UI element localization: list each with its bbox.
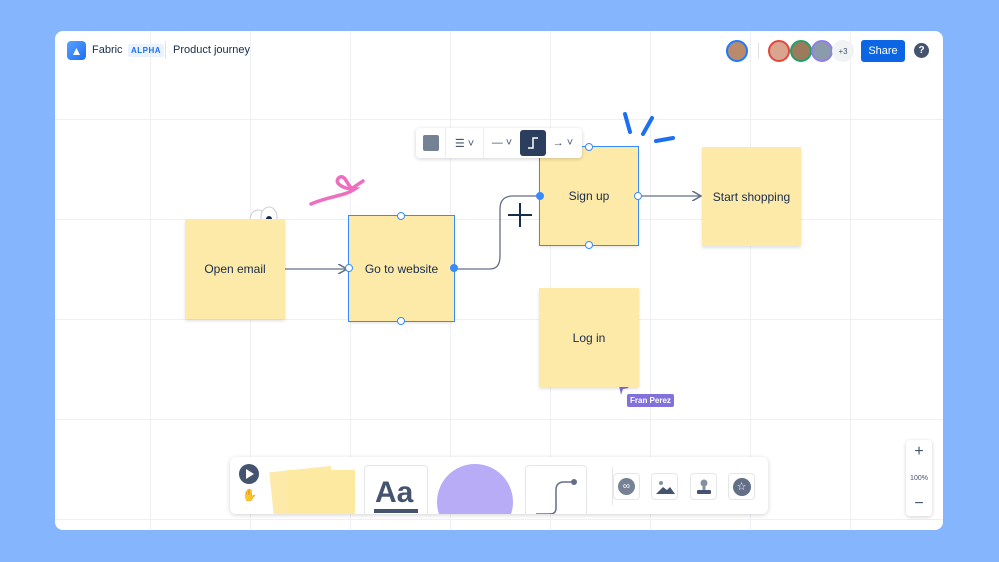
shape-tool-button[interactable] — [437, 464, 513, 514]
hand-icon: ✋ — [242, 488, 257, 502]
elbow-connector-icon — [528, 137, 538, 149]
move-cursor-icon — [508, 203, 532, 227]
line-weight-icon: ☰ ˅ — [454, 137, 475, 150]
whiteboard-canvas[interactable]: ▲ Fabric ALPHA Product journey +3 Share … — [55, 31, 943, 530]
bottom-toolbar: ✋ Aa ∞ ☆ — [230, 457, 768, 514]
image-icon — [655, 480, 675, 494]
sticky-note-start-shopping[interactable]: Start shopping — [702, 147, 801, 246]
squiggle-doodle — [309, 175, 365, 206]
sticky-note-tool-button[interactable] — [287, 470, 355, 514]
line-icon: — ˅ — [491, 137, 513, 149]
text-tool-button[interactable]: Aa — [364, 465, 428, 514]
connection-handle[interactable] — [585, 241, 593, 249]
remote-cursor-label: Fran Perez — [627, 394, 674, 407]
line-type-button[interactable]: — ˅ — [484, 128, 520, 158]
connector-website-to-signup — [454, 195, 539, 270]
connection-handle[interactable] — [345, 264, 353, 272]
connection-handle[interactable] — [585, 143, 593, 151]
link-icon: ∞ — [618, 478, 635, 495]
arrow-right-icon: → ˅ — [552, 137, 574, 149]
line-style-button[interactable]: ☰ ˅ — [446, 128, 484, 158]
stamp-icon — [696, 479, 711, 494]
note-label: Sign up — [568, 189, 610, 203]
zoom-controls: + 100% − — [906, 440, 932, 516]
note-label: Open email — [204, 262, 266, 276]
color-swatch-icon — [422, 135, 439, 151]
sticky-note-log-in[interactable]: Log in — [539, 288, 639, 387]
star-sticker-icon: ☆ — [732, 477, 751, 496]
sticky-note-open-email[interactable]: Open email — [185, 219, 285, 319]
underline-icon — [374, 509, 418, 513]
zoom-out-button[interactable]: − — [906, 492, 932, 516]
connection-handle[interactable] — [450, 264, 458, 272]
link-tool-button[interactable]: ∞ — [613, 473, 640, 500]
text-tool-label: Aa — [375, 476, 414, 509]
note-label: Log in — [572, 330, 606, 345]
note-label: Start shopping — [712, 189, 791, 204]
note-label: Go to website — [364, 261, 439, 276]
connector-tool-button[interactable] — [525, 465, 587, 514]
connector-toolbar: ☰ ˅ — ˅ → ˅ — [416, 128, 582, 158]
sticky-note-sign-up[interactable]: Sign up — [536, 143, 642, 249]
connection-handle[interactable] — [536, 192, 544, 200]
emphasis-lines-doodle — [623, 112, 675, 143]
select-tool-button[interactable] — [239, 464, 259, 484]
zoom-level: 100% — [910, 474, 928, 482]
connection-handle[interactable] — [397, 212, 405, 220]
elbow-connector-button[interactable] — [520, 130, 546, 156]
color-swatch-button[interactable] — [416, 128, 446, 158]
image-tool-button[interactable] — [651, 473, 678, 500]
stamp-tool-button[interactable] — [690, 473, 717, 500]
connection-handle[interactable] — [397, 317, 405, 325]
zoom-in-button[interactable]: + — [906, 440, 932, 464]
connection-handle[interactable] — [634, 192, 642, 200]
sticky-note-go-to-website[interactable]: Go to website — [345, 212, 458, 325]
hand-tool-button[interactable]: ✋ — [242, 488, 257, 502]
connector-curve-icon — [536, 479, 577, 514]
sticker-tool-button[interactable]: ☆ — [728, 473, 755, 500]
arrow-end-button[interactable]: → ˅ — [546, 128, 580, 158]
pointer-icon — [246, 469, 254, 479]
